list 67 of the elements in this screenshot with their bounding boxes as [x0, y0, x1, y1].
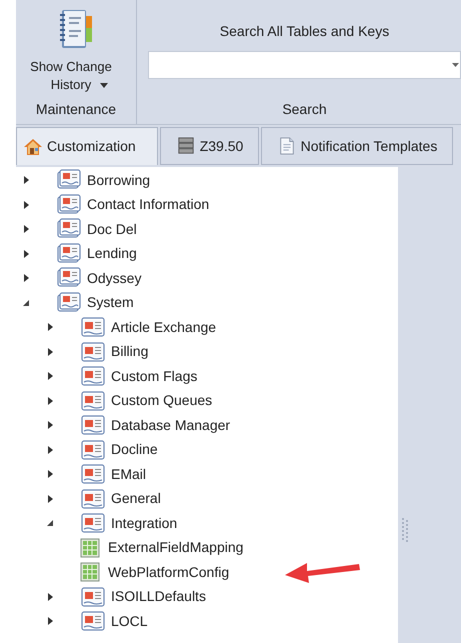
expand-arrow-icon[interactable]	[48, 470, 52, 478]
tree-item[interactable]: Integration	[111, 512, 178, 534]
form-icon	[81, 365, 105, 388]
tree-item[interactable]: Docline	[111, 439, 158, 460]
expand-arrow-icon[interactable]	[24, 200, 28, 209]
expand-arrow-icon[interactable]	[48, 617, 52, 626]
tree-item[interactable]: LOCL	[111, 610, 148, 632]
tree-item[interactable]: System	[87, 292, 134, 314]
expand-arrow-icon[interactable]	[24, 225, 28, 234]
folder-icon	[57, 292, 81, 314]
notebook-icon	[58, 8, 94, 50]
expand-arrow-icon[interactable]	[48, 494, 52, 503]
tree-item[interactable]: General	[111, 488, 161, 510]
expand-arrow-icon[interactable]	[48, 372, 52, 380]
tree-item[interactable]: ExternalFieldMapping	[108, 537, 244, 558]
expand-arrow-icon[interactable]	[48, 421, 52, 430]
form-icon	[81, 512, 105, 534]
dropdown-caret-icon	[452, 63, 459, 67]
tab[interactable]: Customization	[16, 127, 158, 165]
table-icon	[80, 562, 100, 582]
expand-arrow-icon[interactable]	[48, 592, 52, 601]
form-icon	[81, 610, 105, 632]
tree-item[interactable]: Custom Flags	[111, 366, 198, 387]
form-icon	[81, 438, 105, 461]
group-label: Search	[282, 100, 327, 119]
search-field[interactable]	[148, 51, 461, 79]
database-icon	[176, 137, 196, 155]
tree-item[interactable]: Billing	[111, 341, 148, 362]
expand-arrow-icon[interactable]	[24, 176, 28, 184]
collapse-arrow-icon[interactable]	[23, 300, 29, 306]
tree-item[interactable]: Database Manager	[111, 414, 230, 436]
tree-item[interactable]: Borrowing	[87, 170, 150, 191]
expand-arrow-icon[interactable]	[24, 250, 28, 258]
expand-arrow-icon[interactable]	[48, 348, 52, 356]
folder-icon	[57, 242, 81, 265]
tab[interactable]: Z39.50	[160, 127, 259, 165]
tree-item[interactable]: Article Exchange	[111, 316, 216, 338]
form-icon	[81, 390, 105, 412]
group-label: Maintenance	[36, 100, 116, 119]
expand-arrow-icon[interactable]	[48, 323, 52, 332]
tree-item[interactable]: Contact Information	[87, 194, 210, 216]
form-icon	[81, 316, 105, 338]
change-history-button[interactable]: Show Change History	[22, 58, 130, 94]
expand-arrow-icon[interactable]	[48, 446, 52, 454]
expand-arrow-icon[interactable]	[24, 274, 28, 282]
collapse-arrow-icon[interactable]	[47, 520, 53, 526]
search-title: Search All Tables and Keys	[220, 22, 390, 41]
tree-item[interactable]: WebPlatformConfig	[108, 562, 230, 583]
tree-item[interactable]: Custom Queues	[111, 390, 212, 412]
house-icon	[23, 138, 43, 156]
tree-item[interactable]: Doc Del	[87, 218, 137, 240]
form-icon	[81, 586, 105, 608]
tree-item[interactable]: Odyssey	[87, 268, 142, 289]
table-icon	[80, 538, 100, 558]
tab[interactable]: Notification Templates	[261, 127, 453, 165]
tree-item[interactable]: ISOILLDefaults	[111, 586, 206, 608]
tree-item[interactable]: EMail	[111, 464, 146, 485]
form-icon	[81, 488, 105, 510]
form-icon	[81, 463, 105, 486]
tree-item[interactable]: Lending	[87, 243, 137, 264]
splitter-handle-icon[interactable]	[401, 517, 409, 543]
expand-arrow-icon[interactable]	[48, 396, 52, 405]
form-icon	[81, 340, 105, 363]
folder-icon	[57, 218, 81, 240]
folder-icon	[57, 194, 81, 216]
folder-icon	[57, 267, 81, 290]
form-icon	[81, 414, 105, 436]
